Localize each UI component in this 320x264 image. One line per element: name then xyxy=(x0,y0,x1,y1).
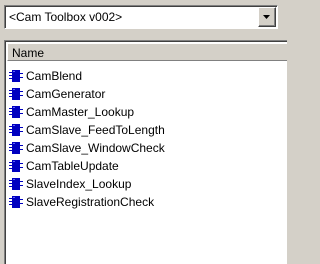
function-block-icon xyxy=(9,142,23,154)
list-item[interactable]: CamGenerator xyxy=(9,85,287,103)
function-block-icon xyxy=(9,70,23,82)
list-item-label: CamBlend xyxy=(26,69,83,83)
list-item-label: CamSlave_WindowCheck xyxy=(26,141,165,155)
function-block-icon xyxy=(9,178,23,190)
function-block-icon xyxy=(9,196,23,208)
toolbox-panel: <Cam Toolbox v002> Name CamBlend CamGene… xyxy=(0,0,287,264)
list-item[interactable]: CamSlave_FeedToLength xyxy=(9,121,287,139)
list-item-label: CamTableUpdate xyxy=(26,159,119,173)
dropdown-button[interactable] xyxy=(258,7,276,27)
list-item-label: SlaveIndex_Lookup xyxy=(26,177,132,191)
toolbox-select[interactable]: <Cam Toolbox v002> xyxy=(4,5,278,29)
list-item[interactable]: CamMaster_Lookup xyxy=(9,103,287,121)
list-item[interactable]: CamSlave_WindowCheck xyxy=(9,139,287,157)
list-item-label: CamMaster_Lookup xyxy=(26,105,135,119)
list-item-label: CamSlave_FeedToLength xyxy=(26,123,165,137)
column-header-label: Name xyxy=(12,46,45,60)
list-item-label: SlaveRegistrationCheck xyxy=(26,195,155,209)
chevron-down-icon xyxy=(263,15,270,19)
list-item[interactable]: CamBlend xyxy=(9,67,287,85)
toolbox-select-value: <Cam Toolbox v002> xyxy=(9,10,123,24)
function-block-icon xyxy=(9,124,23,136)
function-block-icon xyxy=(9,106,23,118)
column-header-name[interactable]: Name xyxy=(7,43,287,61)
list-item[interactable]: CamTableUpdate xyxy=(9,157,287,175)
function-block-icon xyxy=(9,88,23,100)
list-rows: CamBlend CamGenerator CamMaster_Lookup C… xyxy=(9,67,287,211)
function-block-icon xyxy=(9,160,23,172)
list-item[interactable]: SlaveIndex_Lookup xyxy=(9,175,287,193)
function-block-list[interactable]: Name CamBlend CamGenerator CamMaster_Loo… xyxy=(4,40,287,264)
list-item-label: CamGenerator xyxy=(26,87,106,101)
list-item[interactable]: SlaveRegistrationCheck xyxy=(9,193,287,211)
